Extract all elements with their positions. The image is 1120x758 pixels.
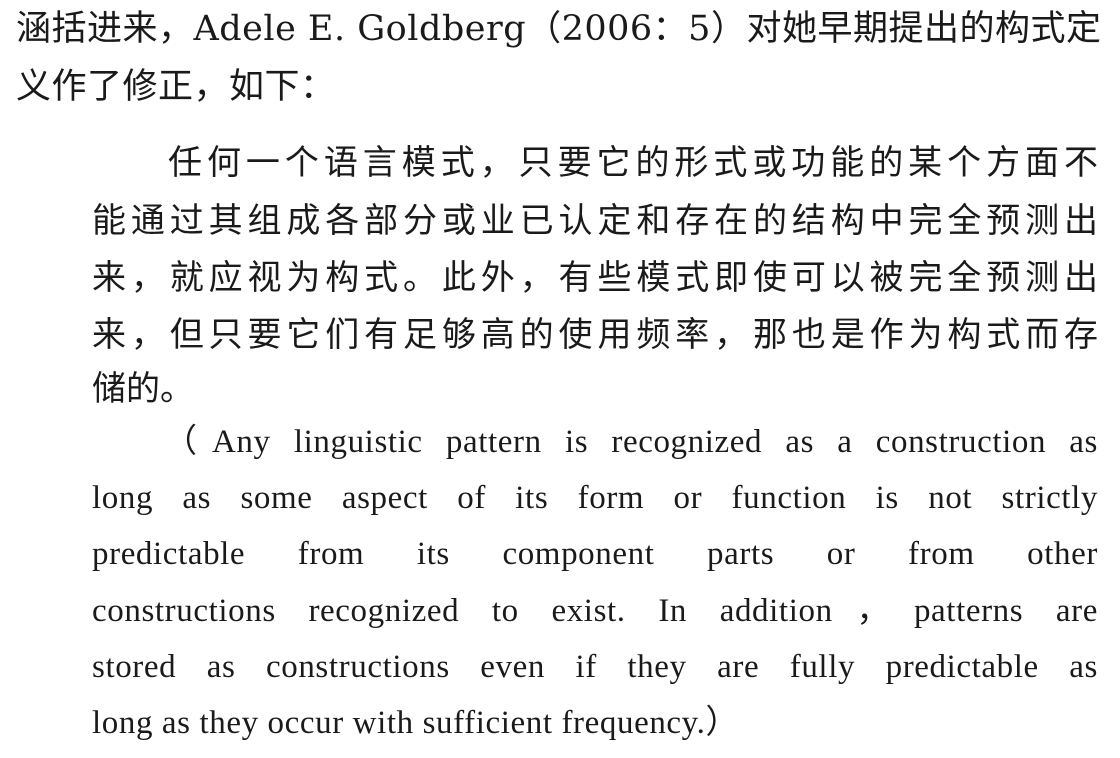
intro-line-1: 涵括进来，Adele E. Goldberg（2006：5）对她早期提出的构式定 bbox=[16, 9, 1102, 49]
intro-line-2: 义作了修正，如下： bbox=[16, 67, 336, 107]
quote-zh-line-1: 任何一个语言模式，只要它的形式或功能的某个方面不 bbox=[168, 143, 1098, 183]
quote-en-line-6: long as they occur with sufficient frequ… bbox=[92, 705, 740, 741]
quote-en-line-1: （Any linguistic pattern is recognized as… bbox=[164, 424, 1098, 460]
quote-en-line-5: stored as constructions even if they are… bbox=[92, 649, 1098, 685]
quote-zh-line-3: 来，就应视为构式。此外，有些模式即使可以被完全预测出 bbox=[92, 258, 1098, 298]
quote-en-line-4: constructions recognized to exist. In ad… bbox=[92, 593, 1098, 629]
quote-en-line-2: long as some aspect of its form or funct… bbox=[92, 480, 1098, 516]
quote-zh-line-4: 来，但只要它们有足够高的使用频率，那也是作为构式而存 bbox=[92, 315, 1098, 355]
quote-en-line-3: predictable from its component parts or … bbox=[92, 536, 1098, 572]
quote-zh-line-5: 储的。 bbox=[92, 369, 194, 409]
quote-zh-line-2: 能通过其组成各部分或业已认定和存在的结构中完全预测出 bbox=[92, 201, 1098, 241]
document-page: { "intro": { "line1": "涵括进来，Adele E. Gol… bbox=[0, 0, 1120, 758]
